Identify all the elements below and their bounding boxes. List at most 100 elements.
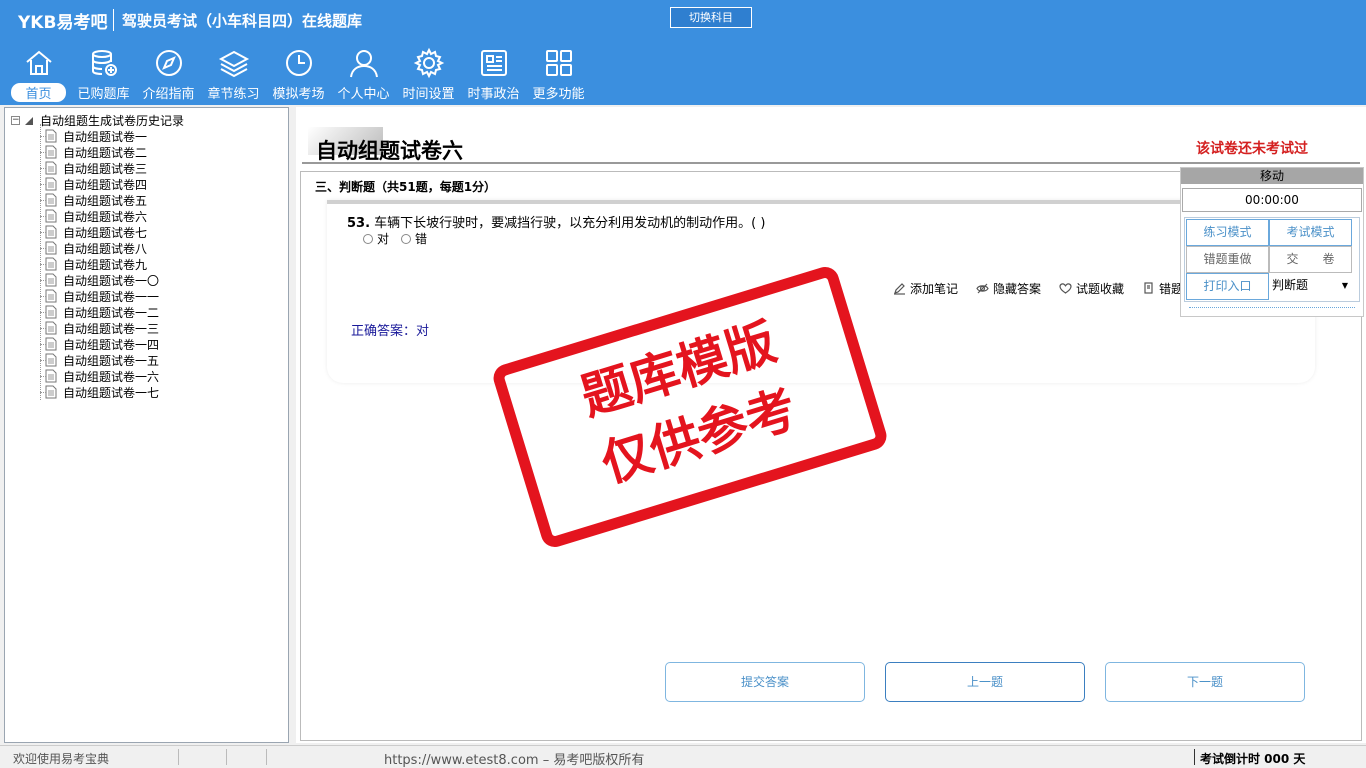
collapse-icon[interactable]: − [11, 116, 20, 125]
paper-title: 自动组题试卷六 [316, 139, 463, 163]
tree-item-paper[interactable]: 自动组题试卷一二 [35, 304, 159, 320]
status-separator [1194, 749, 1195, 765]
exam-status-text: 该试卷还未考试过 [1196, 141, 1308, 157]
nav-personal-center[interactable]: 个人中心 [331, 47, 396, 103]
nav-home[interactable]: 首页 [6, 47, 71, 103]
main-nav: 首页 已购题库 介绍指南 章节练习 模拟考场 个人中心 时间设置 时事政治 更多… [6, 47, 591, 103]
tree-item-paper[interactable]: 自动组题试卷一七 [35, 384, 159, 400]
triangle-icon [25, 116, 33, 125]
clock-icon [283, 47, 315, 79]
tree-item-paper[interactable]: 自动组题试卷一〇 [35, 272, 159, 288]
tree-item-paper[interactable]: 自动组题试卷一 [35, 128, 159, 144]
nav-time-settings[interactable]: 时间设置 [396, 47, 461, 103]
tree-item-paper[interactable]: 自动组题试卷一三 [35, 320, 159, 336]
nav-more-functions[interactable]: 更多功能 [526, 47, 591, 103]
nav-purchased[interactable]: 已购题库 [71, 47, 136, 103]
app-header: YKB易考吧 驾驶员考试（小车科目四）在线题库 切换科目 首页 已购题库 介绍指… [0, 0, 1366, 105]
layers-icon [218, 47, 250, 79]
document-icon [45, 385, 57, 399]
user-icon [348, 47, 380, 79]
document-icon [45, 225, 57, 239]
radio-button[interactable] [401, 233, 412, 244]
status-separator [226, 749, 227, 765]
question-type-select[interactable]: 判断题 ▼ [1269, 273, 1352, 300]
radio-button[interactable] [363, 233, 373, 244]
news-icon [478, 47, 510, 79]
question-stem: 车辆下长坡行驶时，要减挡行驶，以充分利用发动机的制动作用。( ) [374, 216, 766, 231]
exam-countdown: 考试倒计时 000 天 [1200, 752, 1306, 766]
nav-current-affairs[interactable]: 时事政治 [461, 47, 526, 103]
tree-item-paper[interactable]: 自动组题试卷五 [35, 192, 159, 208]
tree-item-paper[interactable]: 自动组题试卷一五 [35, 352, 159, 368]
document-icon [45, 337, 57, 351]
title-divider [302, 162, 1360, 164]
app-title: 驾驶员考试（小车科目四）在线题库 [122, 12, 363, 30]
document-icon [45, 241, 57, 255]
tree-item-paper[interactable]: 自动组题试卷二 [35, 144, 159, 160]
practice-mode-button[interactable]: 练习模式 [1186, 219, 1269, 246]
redo-wrong-button[interactable]: 错题重做 [1186, 246, 1269, 273]
option-false[interactable]: 错 [401, 230, 427, 247]
heart-icon [1059, 283, 1072, 294]
nav-chapter-practice[interactable]: 章节练习 [201, 47, 266, 103]
exam-timer: 00:00:00 [1182, 188, 1362, 212]
question-tools: 添加笔记 隐藏答案 试题收藏 错题 [893, 280, 1183, 297]
print-entry-button[interactable]: 打印入口 [1186, 273, 1269, 300]
document-icon [45, 369, 57, 383]
exam-mode-button[interactable]: 考试模式 [1269, 219, 1352, 246]
status-separator [178, 749, 179, 765]
next-question-button[interactable]: 下一题 [1105, 662, 1305, 702]
question-number: 53. [347, 216, 371, 231]
copyright-url: https://www.etest8.com – 易考吧版权所有 [384, 753, 645, 768]
wrong-question-button[interactable]: 错题 [1142, 280, 1183, 297]
tree-item-paper[interactable]: 自动组题试卷一四 [35, 336, 159, 352]
database-icon [88, 47, 120, 79]
panel-footer [1189, 304, 1355, 308]
answer-options: 对 错 [363, 230, 427, 247]
tree-item-paper[interactable]: 自动组题试卷三 [35, 160, 159, 176]
tree-item-paper[interactable]: 自动组题试卷六 [35, 208, 159, 224]
tree-root-label: 自动组题生成试卷历史记录 [40, 114, 185, 128]
hand-in-button[interactable]: 交 卷 [1269, 246, 1352, 273]
question-text: 53. 车辆下长坡行驶时，要减挡行驶，以充分利用发动机的制动作用。( ) [347, 212, 765, 231]
document-icon [45, 273, 57, 287]
document-icon [45, 305, 57, 319]
option-true[interactable]: 对 [363, 230, 389, 247]
section-heading: 三、判断题（共51题，每题1分） [315, 180, 497, 194]
previous-question-button[interactable]: 上一题 [885, 662, 1085, 702]
document-icon [45, 353, 57, 367]
brand-logo: YKB易考吧 [18, 13, 108, 33]
favorite-question-button[interactable]: 试题收藏 [1059, 280, 1124, 297]
nav-guide[interactable]: 介绍指南 [136, 47, 201, 103]
paper-history-tree: − 自动组题生成试卷历史记录 自动组题试卷一 自动组题试卷二 自动组题试卷三 自动组题… [4, 107, 289, 743]
add-note-button[interactable]: 添加笔记 [893, 280, 958, 297]
eye-hidden-icon [976, 283, 989, 294]
brand-divider [113, 9, 114, 31]
home-icon [23, 47, 55, 79]
tree-item-paper[interactable]: 自动组题试卷七 [35, 224, 159, 240]
tree-item-paper[interactable]: 自动组题试卷一一 [35, 288, 159, 304]
tree-item-paper[interactable]: 自动组题试卷九 [35, 256, 159, 272]
book-icon [1144, 282, 1153, 294]
tree-item-paper[interactable]: 自动组题试卷四 [35, 176, 159, 192]
tree-item-paper[interactable]: 自动组题试卷一六 [35, 368, 159, 384]
hide-answer-button[interactable]: 隐藏答案 [976, 280, 1041, 297]
submit-answer-button[interactable]: 提交答案 [665, 662, 865, 702]
move-handle[interactable]: 移动 [1181, 168, 1363, 184]
correct-answer: 正确答案：对 [351, 324, 430, 339]
nav-mock-exam[interactable]: 模拟考场 [266, 47, 331, 103]
tree-item-paper[interactable]: 自动组题试卷八 [35, 240, 159, 256]
document-icon [45, 193, 57, 207]
switch-subject-button[interactable]: 切换科目 [670, 7, 752, 28]
document-icon [45, 145, 57, 159]
status-bar: 欢迎使用易考宝典 https://www.etest8.com – 易考吧版权所… [0, 745, 1366, 768]
grid-icon [543, 47, 575, 79]
welcome-text: 欢迎使用易考宝典 [13, 752, 110, 766]
document-icon [45, 161, 57, 175]
document-icon [45, 321, 57, 335]
dropdown-arrow-icon: ▼ [1341, 281, 1348, 290]
document-icon [45, 177, 57, 191]
compass-icon [153, 47, 185, 79]
status-separator [266, 749, 267, 765]
tree-root[interactable]: − 自动组题生成试卷历史记录 [11, 112, 184, 129]
